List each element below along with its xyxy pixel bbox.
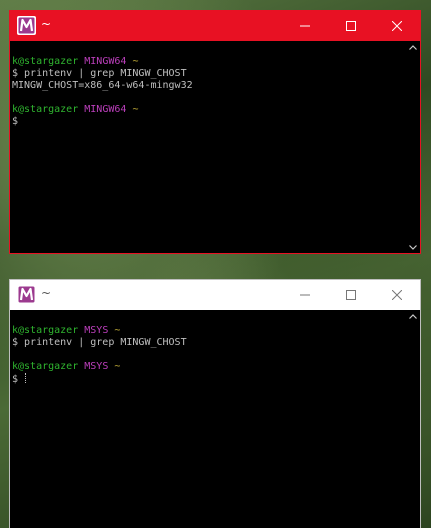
current-path: ~ <box>132 56 139 67</box>
minimize-icon <box>300 25 310 27</box>
chevron-down-icon <box>409 244 417 250</box>
maximize-button[interactable] <box>328 11 374 41</box>
window-title: ~ <box>41 286 52 300</box>
minimize-button[interactable] <box>282 11 328 41</box>
close-button[interactable] <box>374 11 420 41</box>
text-cursor <box>25 373 27 383</box>
current-path: ~ <box>114 361 121 372</box>
minimize-button[interactable] <box>282 280 328 310</box>
mingw64-terminal-window[interactable]: ~ k@stargazer MINGW64 ~ $ printenv | gre… <box>9 10 421 254</box>
title-bar[interactable]: ~ <box>10 11 420 41</box>
close-icon <box>392 290 402 300</box>
command-line: $ printenv | grep MINGW_CHOST <box>12 68 187 79</box>
scrollbar[interactable] <box>406 310 420 528</box>
system-name: MINGW64 <box>84 56 127 67</box>
minimize-icon <box>300 294 310 296</box>
current-path: ~ <box>132 104 139 115</box>
maximize-button[interactable] <box>328 280 374 310</box>
prompt-line: k@stargazer MINGW64 ~ <box>12 56 420 68</box>
maximize-icon <box>346 21 356 31</box>
msys2-m-icon[interactable] <box>17 16 36 35</box>
input-line[interactable]: $ <box>12 373 420 385</box>
prompt-line: k@stargazer MSYS ~ <box>12 361 420 373</box>
scrollbar[interactable] <box>406 41 420 253</box>
desktop-background: ~ k@stargazer MINGW64 ~ $ printenv | gre… <box>0 0 431 528</box>
current-path: ~ <box>114 325 121 336</box>
user-host: k@stargazer <box>12 56 79 67</box>
chevron-up-icon <box>409 313 417 319</box>
title-bar[interactable]: ~ <box>10 280 420 310</box>
close-button[interactable] <box>374 280 420 310</box>
prompt-symbol: $ <box>12 116 19 127</box>
system-name: MSYS <box>84 325 109 336</box>
prompt-line: k@stargazer MINGW64 ~ <box>12 104 420 116</box>
user-host: k@stargazer <box>12 325 79 336</box>
input-line[interactable]: $ <box>12 116 420 128</box>
terminal-output[interactable]: k@stargazer MSYS ~ $ printenv | grep MIN… <box>10 310 420 528</box>
msys-terminal-window[interactable]: ~ k@stargazer MSYS ~ $ printenv | grep M… <box>9 279 421 528</box>
scroll-up-button[interactable] <box>406 310 420 322</box>
output-line: MINGW_CHOST=x86_64-w64-mingw32 <box>12 80 193 91</box>
chevron-up-icon <box>409 44 417 50</box>
user-host: k@stargazer <box>12 361 79 372</box>
user-host: k@stargazer <box>12 104 79 115</box>
window-title: ~ <box>41 17 52 31</box>
system-name: MINGW64 <box>84 104 127 115</box>
msys2-m-icon[interactable] <box>17 285 36 304</box>
scroll-up-button[interactable] <box>406 41 420 53</box>
terminal-output[interactable]: k@stargazer MINGW64 ~ $ printenv | grep … <box>10 41 420 253</box>
command-line: $ printenv | grep MINGW_CHOST <box>12 337 187 348</box>
close-icon <box>392 21 402 31</box>
maximize-icon <box>346 290 356 300</box>
prompt-line: k@stargazer MSYS ~ <box>12 325 420 337</box>
system-name: MSYS <box>84 361 109 372</box>
prompt-symbol: $ <box>12 374 19 385</box>
scroll-down-button[interactable] <box>406 241 420 253</box>
